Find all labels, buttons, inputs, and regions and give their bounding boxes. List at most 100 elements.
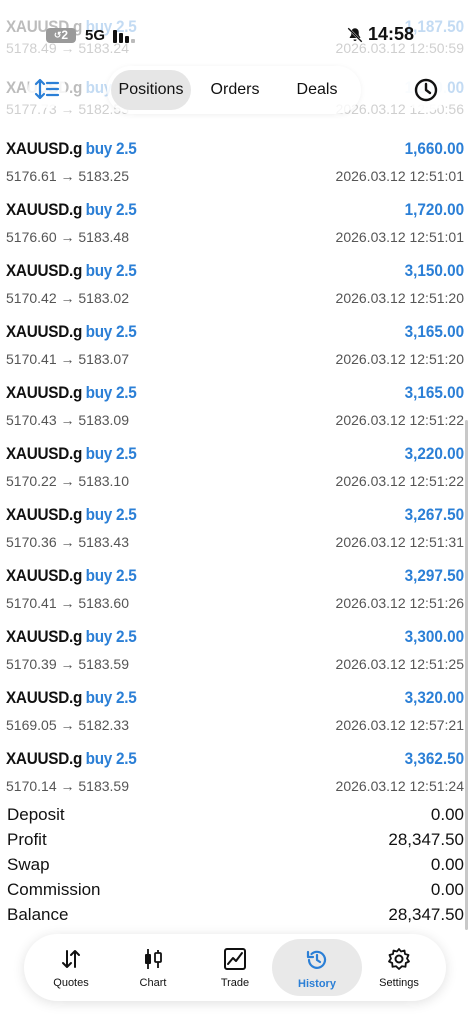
deposit-label: Deposit: [7, 805, 65, 824]
clock-icon: [414, 78, 438, 102]
list-item[interactable]: XAUUSD.g buy 2.5 1,660.00 5176.61 → 5183.…: [0, 135, 471, 195]
nav-quotes[interactable]: Quotes: [30, 934, 112, 1001]
trade-profit: 3,150.00: [404, 261, 464, 280]
quotes-icon: [62, 950, 80, 968]
list-item[interactable]: XAUUSD.g buy 2.5 3,300.00 5170.39 → 5183.…: [0, 623, 471, 683]
list-item[interactable]: XAUUSD.g buy 2.5 3,320.00 5169.05 → 5182.…: [0, 684, 471, 744]
tab-positions[interactable]: Positions: [111, 70, 191, 110]
trade-time: 2026.03.12 12:51:20: [335, 351, 464, 367]
notification-badge: ↺2: [46, 28, 76, 43]
trade-profit: 3,165.00: [404, 322, 464, 341]
nav-trade[interactable]: Trade: [194, 934, 276, 1001]
period-button[interactable]: [404, 68, 448, 112]
bell-muted-icon: [347, 27, 363, 43]
nav-settings-label: Settings: [379, 977, 419, 989]
trade-time: 2026.03.12 12:51:20: [335, 290, 464, 306]
clock: 14:58: [368, 24, 415, 44]
summary-balance: Balance 28,347.50: [0, 905, 471, 930]
gear-icon: [388, 948, 410, 970]
trade-prices: 5170.14 → 5183.59: [6, 778, 129, 794]
trade-time: 2026.03.12 12:51:25: [335, 656, 464, 672]
trade-prices: 5169.05 → 5182.33: [6, 717, 129, 733]
list-item[interactable]: XAUUSD.g buy 2.5 3,362.50 5170.14 → 5183.…: [0, 745, 471, 805]
swap-value: 0.00: [430, 855, 464, 874]
trade-symbol: XAUUSD.gbuy 2.5: [6, 261, 137, 280]
trade-prices: 5170.41 → 5183.60: [6, 595, 129, 611]
sort-button[interactable]: [28, 70, 66, 108]
balance-value: 28,347.50: [388, 905, 464, 924]
trade-time: 2026.03.12 12:51:31: [335, 534, 464, 550]
trade-profit: 3,267.50: [404, 505, 464, 524]
trade-symbol: XAUUSD.gbuy 2.5: [6, 688, 137, 707]
trade-symbol: XAUUSD.gbuy 2.5: [6, 139, 137, 158]
trade-symbol: XAUUSD.gbuy 2.5: [6, 200, 137, 219]
profit-label: Profit: [7, 830, 47, 849]
history-icon: [306, 950, 327, 969]
list-item[interactable]: XAUUSD.g buy 2.5 3,165.00 5170.43 → 5183.…: [0, 379, 471, 439]
trade-time: 2026.03.12 12:51:22: [335, 412, 464, 428]
status-bar: ↺2 5G 14:58: [0, 20, 471, 50]
tab-orders[interactable]: Orders: [195, 70, 275, 110]
nav-quotes-label: Quotes: [53, 977, 89, 989]
swap-label: Swap: [7, 855, 50, 874]
trade-time: 2026.03.12 12:51:01: [335, 168, 464, 184]
list-item[interactable]: XAUUSD.g buy 2.5 3,220.00 5170.22 → 5183.…: [0, 440, 471, 500]
trade-symbol: XAUUSD.gbuy 2.5: [6, 383, 137, 402]
trade-time: 2026.03.12 12:51:01: [335, 229, 464, 245]
trade-profit: 3,220.00: [404, 444, 464, 463]
trade-profit: 1,660.00: [404, 139, 464, 158]
summary-profit: Profit 28,347.50: [0, 830, 471, 855]
bottom-navigation: Quotes Chart Trade History Settings: [24, 934, 446, 1001]
trade-profit: 3,362.50: [404, 749, 464, 768]
scrollbar[interactable]: [465, 420, 468, 930]
network-type: 5G: [85, 27, 106, 44]
commission-label: Commission: [7, 880, 101, 899]
summary-swap: Swap 0.00: [0, 855, 471, 880]
trade-prices: 5170.36 → 5183.43: [6, 534, 129, 550]
nav-history-label: History: [298, 978, 336, 990]
trade-time: 2026.03.12 12:57:21: [335, 717, 464, 733]
commission-value: 0.00: [430, 880, 464, 899]
trade-profit: 1,720.00: [404, 200, 464, 219]
nav-trade-label: Trade: [220, 977, 250, 989]
balance-label: Balance: [7, 905, 69, 924]
list-item[interactable]: XAUUSD.g buy 2.5 3,150.00 5170.42 → 5183.…: [0, 257, 471, 317]
trade-prices: 5170.43 → 5183.09: [6, 412, 129, 428]
nav-history[interactable]: History: [272, 939, 362, 996]
trade-symbol: XAUUSD.gbuy 2.5: [6, 505, 137, 524]
trade-time: 2026.03.12 12:51:24: [335, 778, 464, 794]
trade-prices: 5170.41 → 5183.07: [6, 351, 129, 367]
deposit-value: 0.00: [430, 805, 464, 824]
trade-profit: 3,165.00: [404, 383, 464, 402]
history-tabs: Positions Orders Deals: [107, 66, 361, 114]
trade-prices: 5176.60 → 5183.48: [6, 229, 129, 245]
trade-prices: 5170.22 → 5183.10: [6, 473, 129, 489]
signal-icon: [113, 29, 139, 43]
trade-profit: 3,320.00: [404, 688, 464, 707]
list-item[interactable]: XAUUSD.g buy 2.5 3,165.00 5170.41 → 5183.…: [0, 318, 471, 378]
trade-time: 2026.03.12 12:51:26: [335, 595, 464, 611]
list-item[interactable]: XAUUSD.g buy 2.5 3,267.50 5170.36 → 5183.…: [0, 501, 471, 561]
trade-symbol: XAUUSD.gbuy 2.5: [6, 749, 137, 768]
list-item[interactable]: XAUUSD.g buy 2.5 3,297.50 5170.41 → 5183.…: [0, 562, 471, 622]
trade-profit: 3,297.50: [404, 566, 464, 585]
trade-symbol: XAUUSD.gbuy 2.5: [6, 444, 137, 463]
trade-time: 2026.03.12 12:51:22: [335, 473, 464, 489]
trade-symbol: XAUUSD.gbuy 2.5: [6, 322, 137, 341]
profit-value: 28,347.50: [388, 830, 464, 849]
trade-symbol: XAUUSD.gbuy 2.5: [6, 566, 137, 585]
list-item[interactable]: XAUUSD.g buy 2.5 1,720.00 5176.60 → 5183.…: [0, 196, 471, 256]
trade-prices: 5170.39 → 5183.59: [6, 656, 129, 672]
summary-commission: Commission 0.00: [0, 880, 471, 905]
summary-deposit: Deposit 0.00: [0, 805, 471, 830]
trade-profit: 3,300.00: [404, 627, 464, 646]
nav-chart-label: Chart: [139, 977, 167, 989]
trade-symbol: XAUUSD.gbuy 2.5: [6, 627, 137, 646]
tab-deals[interactable]: Deals: [279, 70, 355, 110]
nav-chart[interactable]: Chart: [112, 934, 194, 1001]
trade-chart-icon: [224, 948, 246, 970]
sort-icon: [34, 78, 60, 100]
nav-settings[interactable]: Settings: [358, 934, 440, 1001]
candlestick-icon: [145, 949, 162, 969]
trade-prices: 5170.42 → 5183.02: [6, 290, 129, 306]
